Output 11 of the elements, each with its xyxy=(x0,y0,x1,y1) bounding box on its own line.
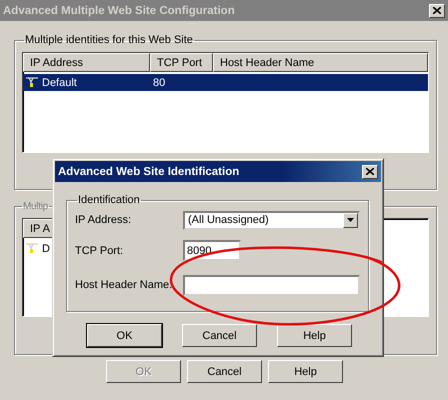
group-label: Multiple identities for this Web Site xyxy=(24,34,194,46)
port-cell: 80 xyxy=(153,76,166,88)
group-label: Identification xyxy=(77,194,141,206)
group-label: Multip xyxy=(22,201,49,212)
field-label: Host Header Name: xyxy=(75,279,174,291)
field-label: IP Address: xyxy=(75,214,132,226)
window-title: Advanced Multiple Web Site Configuration xyxy=(3,4,235,16)
field-label: TCP Port: xyxy=(75,244,124,256)
ip-cell: D xyxy=(42,242,50,254)
ip-cell: Default xyxy=(42,76,77,88)
dialog-title: Advanced Web Site Identification xyxy=(58,166,240,178)
